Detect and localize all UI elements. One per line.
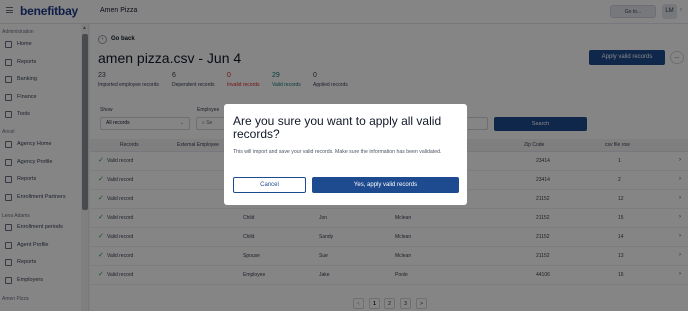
dialog-message: This will import and save your valid rec… bbox=[233, 149, 442, 155]
dialog-title: Are you sure you want to apply all valid… bbox=[233, 114, 442, 141]
cancel-button[interactable]: Cancel bbox=[233, 177, 306, 193]
confirm-apply-dialog: Are you sure you want to apply all valid… bbox=[224, 104, 467, 205]
confirm-apply-button[interactable]: Yes, apply valid records bbox=[312, 177, 459, 193]
